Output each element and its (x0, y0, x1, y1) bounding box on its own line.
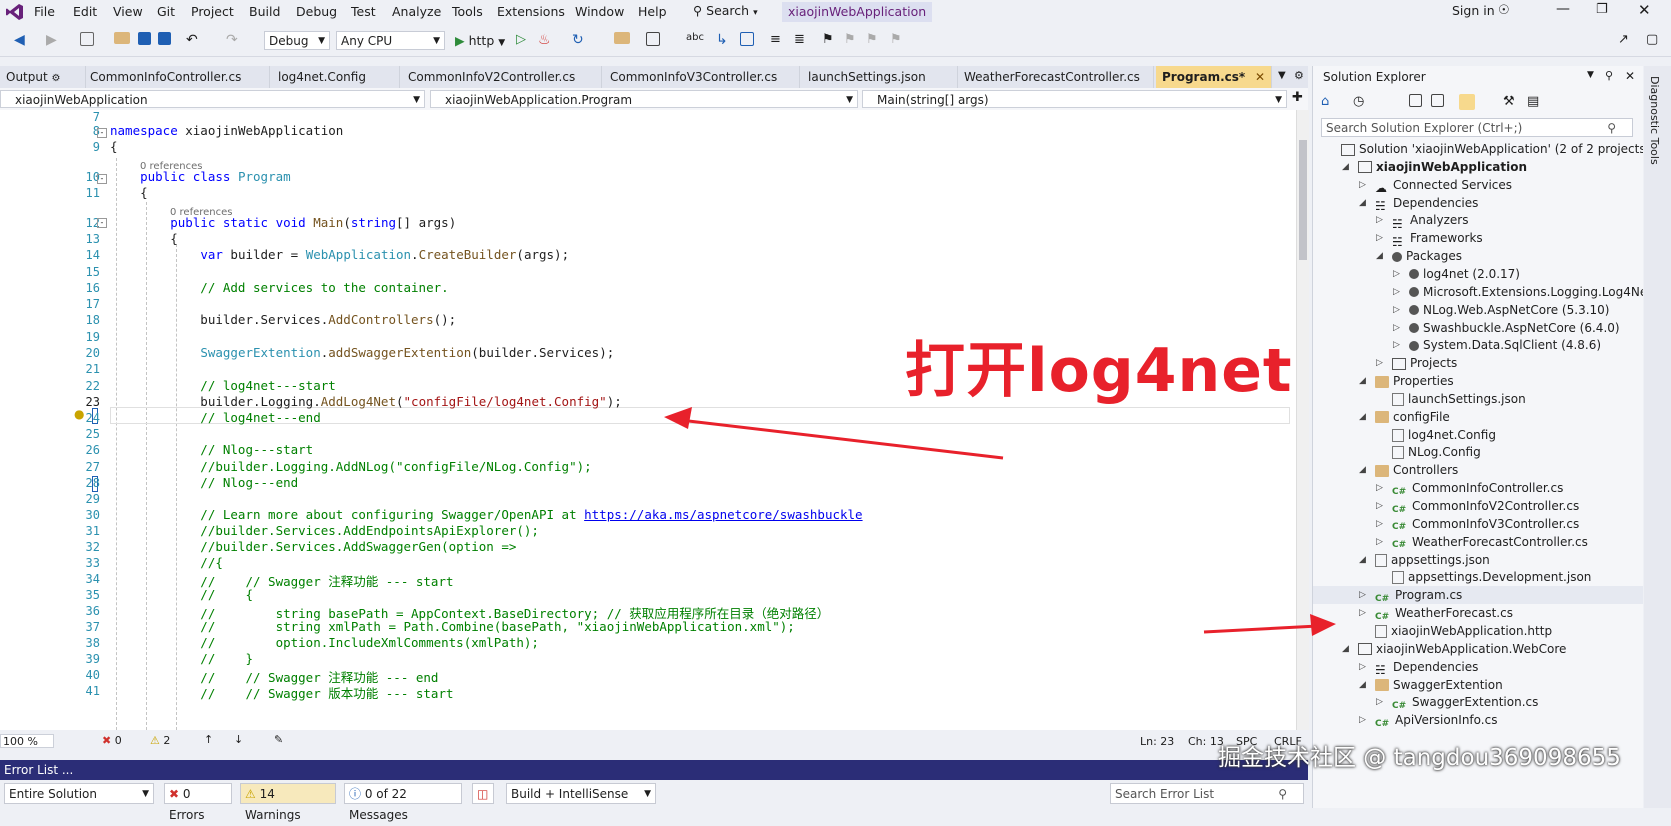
watermark: 掘金技术社区 @ tangdou369098655 (1218, 745, 1621, 771)
annotation-text: 打开log4net (905, 336, 1293, 406)
arrow-head-code (664, 407, 692, 429)
arrow-to-log4net-line (679, 418, 1004, 460)
arrow-to-program-cs (1203, 624, 1319, 634)
arrow-head-program (1310, 614, 1336, 636)
annotation-arrows (664, 407, 1336, 636)
